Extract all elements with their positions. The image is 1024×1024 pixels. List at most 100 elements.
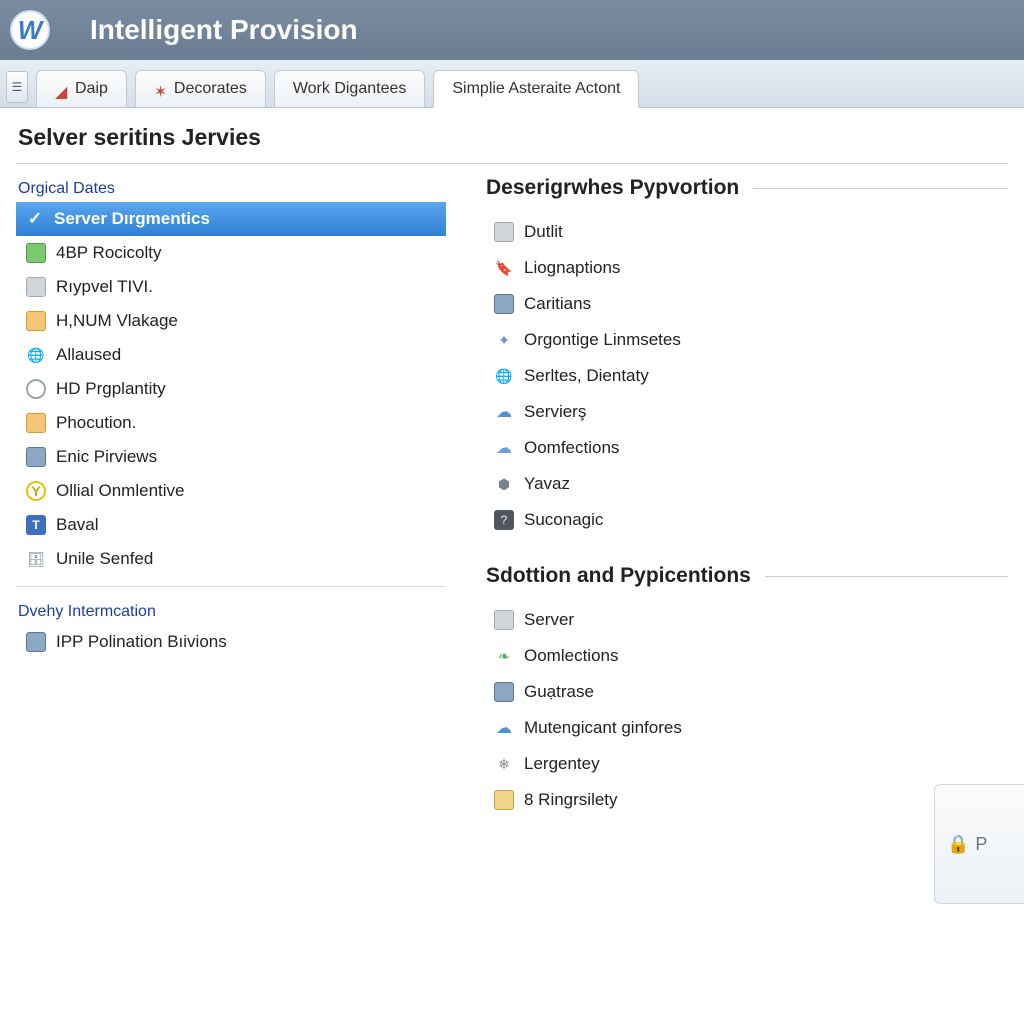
sidebar-item-label: Ollial Onmlentive [56,481,185,501]
sidebar-item-label: H,NUM Vlakage [56,311,178,331]
sidebar-item-label: Allaused [56,345,121,365]
decorate-icon: ✶ [154,82,168,96]
cube-icon: ⬢ [494,474,514,494]
link-liognaptions[interactable]: 🔖 Liognaptions [486,250,1008,286]
sidebar-category-header: Orgical Dates [16,174,446,202]
app-logo-icon: W [10,10,50,50]
server-icon: 🗄 [26,549,46,569]
link-label: Yavaz [524,474,570,494]
sidebar-item-label: Baval [56,515,99,535]
link-label: Caritians [524,294,591,314]
link-serviers[interactable]: ☁ Servierş [486,394,1008,430]
sidebar-item-label: Phocution. [56,413,136,433]
title-bar: W Intelligent Provision [0,0,1024,60]
sidebar-item-4bp-rocicolty[interactable]: 4BP Rocicolty [16,236,446,270]
t-icon: T [26,515,46,535]
link-suconagic[interactable]: ? Suconagic [486,502,1008,538]
divider [16,163,1008,164]
group-header: Deserigrwhes Pypvortion [486,176,1008,200]
grid-icon [26,243,46,263]
tab-label: Work Digantees [293,80,407,98]
lock-icon: 🔒 [947,834,969,855]
sidebar-item-ipp-polination-bivions[interactable]: IPP Polination Bıivions [16,625,446,659]
main-panel: Deserigrwhes Pypvortion Dutlit 🔖 Liognap… [456,174,1008,818]
link-server[interactable]: Server [486,602,1008,638]
pin-icon: ◢ [55,82,69,96]
link-label: 8 Ringrsilety [524,790,618,810]
divider [765,576,1008,577]
gear-icon [26,379,46,399]
link-label: Lergentey [524,754,600,774]
sidebar-category-header: Dvehy Intermcation [16,597,446,625]
tab-label: Daip [75,80,108,98]
sidebar-item-server-dirgmentics[interactable]: ✓ Server Dırgmentics [16,202,446,236]
sidebar-item-allaused[interactable]: 🌐 Allaused [16,338,446,372]
sidebar-item-rypvel-tivi[interactable]: Rıypvel TIVI. [16,270,446,304]
question-icon: ? [494,510,514,530]
page-title: Selver seritins Jervies [0,108,1024,159]
link-label: Liognaptions [524,258,620,278]
sidebar: Orgical Dates ✓ Server Dırgmentics 4BP R… [16,174,456,818]
link-8-ringrsilety[interactable]: 8 Ringrsilety [486,782,1008,818]
sidebar-item-label: 4BP Rocicolty [56,243,162,263]
group-header: Sdottion and Pypicentions [486,564,1008,588]
alert-icon [26,311,46,331]
link-label: Oomlections [524,646,618,666]
server-icon [494,610,514,630]
link-lergentey[interactable]: ❄ Lergentey [486,746,1008,782]
sidebar-item-ollial-onmlentive[interactable]: Y Ollial Onmlentive [16,474,446,508]
globe-icon: 🌐 [494,366,514,386]
cloud-icon: ☁ [494,718,514,738]
tab-strip: ☰ ◢ Daip ✶ Decorates Work Digantees Simp… [0,60,1024,108]
link-label: Serltes, Dientaty [524,366,649,386]
sidebar-item-label: IPP Polination Bıivions [56,632,227,652]
calendar-icon [26,277,46,297]
link-label: Mutengicant ginfores [524,718,682,738]
link-label: Servierş [524,402,586,422]
link-serltes-dientaty[interactable]: 🌐 Serltes, Dientaty [486,358,1008,394]
link-oomfections[interactable]: ☁ Oomfections [486,430,1008,466]
check-icon: ✓ [26,209,44,229]
tag-icon: 🔖 [494,258,514,278]
sidebar-item-hd-prgplantity[interactable]: HD Prgplantity [16,372,446,406]
link-oomlections[interactable]: ❧ Oomlections [486,638,1008,674]
tab-list-button[interactable]: ☰ [6,71,28,103]
side-panel-label: P [975,834,987,855]
tab-decorates[interactable]: ✶ Decorates [135,70,266,108]
warning-icon: Y [26,481,46,501]
cloud-icon: ☁ [494,402,514,422]
link-mutengicant-ginfores[interactable]: ☁ Mutengicant ginfores [486,710,1008,746]
sidebar-item-label: Unile Senfed [56,549,153,569]
sidebar-item-phocution[interactable]: Phocution. [16,406,446,440]
link-label: Server [524,610,574,630]
divider [753,188,1008,189]
leaf-icon: ❧ [494,646,514,666]
tab-label: Simplie Asteraite Actont [452,80,620,98]
server-icon [494,222,514,242]
cloud-icon: ☁ [494,438,514,458]
monitor-icon [26,447,46,467]
side-panel-collapsed[interactable]: 🔒 P [934,784,1024,904]
sparkle-icon: ✦ [494,330,514,350]
link-guatrase[interactable]: Guạtrase [486,674,1008,710]
jar-icon [26,413,46,433]
app-title: Intelligent Provision [90,14,358,46]
tab-work-digantees[interactable]: Work Digantees [274,70,426,108]
link-dutlit[interactable]: Dutlit [486,214,1008,250]
link-orgontige-linmsetes[interactable]: ✦ Orgontige Linmsetes [486,322,1008,358]
sidebar-item-hnum-vlakage[interactable]: H,NUM Vlakage [16,304,446,338]
monitor-icon [494,682,514,702]
divider [16,586,446,587]
link-label: Dutlit [524,222,563,242]
group-title: Deserigrwhes Pypvortion [486,176,739,200]
link-yavaz[interactable]: ⬢ Yavaz [486,466,1008,502]
tab-daip[interactable]: ◢ Daip [36,70,127,108]
sidebar-item-enic-pirviews[interactable]: Enic Pirviews [16,440,446,474]
tab-simplie-asteraite-actont[interactable]: Simplie Asteraite Actont [433,70,639,108]
folder-icon [494,790,514,810]
sidebar-item-unile-senfed[interactable]: 🗄 Unile Senfed [16,542,446,576]
sidebar-item-label: Server Dırgmentics [54,209,210,229]
sidebar-item-baval[interactable]: T Baval [16,508,446,542]
link-label: Oomfections [524,438,619,458]
link-caritians[interactable]: Caritians [486,286,1008,322]
